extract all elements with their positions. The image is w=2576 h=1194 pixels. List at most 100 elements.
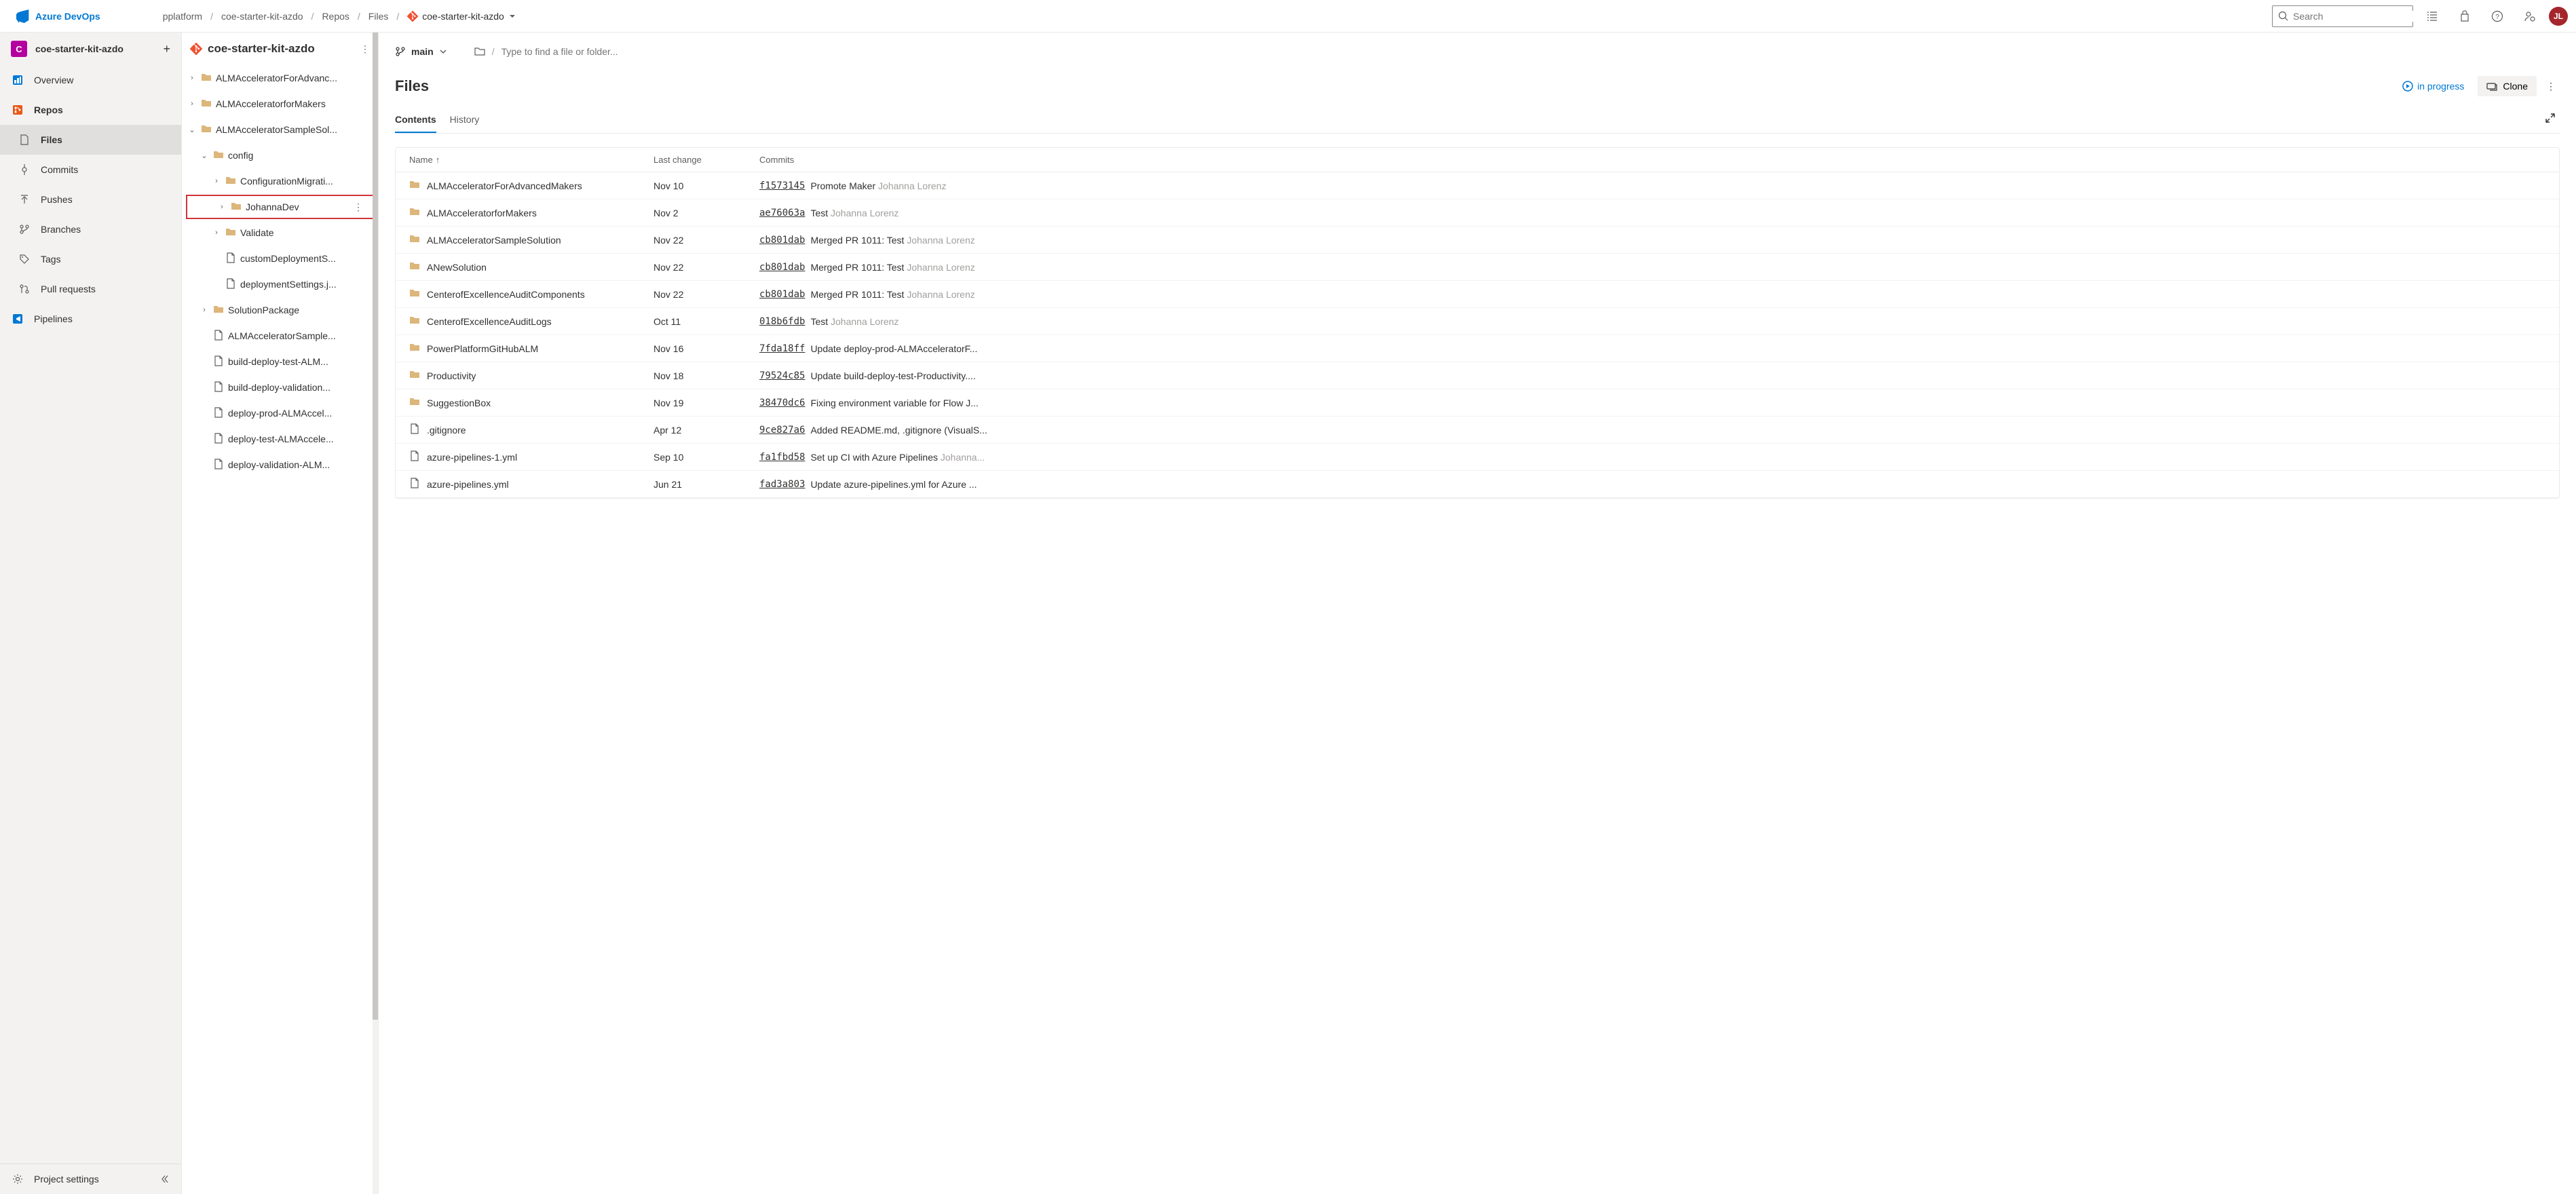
table-row[interactable]: ALMAcceleratorSampleSolutionNov 22cb801d… — [396, 227, 2559, 254]
table-row[interactable]: ALMAcceleratorforMakersNov 2ae76063a Tes… — [396, 199, 2559, 227]
more-actions-button[interactable]: ⋮ — [2542, 77, 2560, 96]
file-icon — [213, 330, 224, 343]
sidebar-item-pull-requests[interactable]: Pull requests — [0, 274, 181, 304]
col-commits[interactable]: Commits — [759, 155, 2545, 165]
collapse-icon[interactable] — [159, 1174, 170, 1185]
more-icon-button[interactable]: ⋮ — [360, 43, 370, 55]
commit-hash-link[interactable]: cb801dab — [759, 289, 805, 300]
marketplace-icon-button[interactable] — [2451, 3, 2478, 30]
tree-file[interactable]: deploy-prod-ALMAccel... — [182, 400, 378, 426]
table-body: ALMAcceleratorForAdvancedMakersNov 10f15… — [396, 172, 2559, 498]
tree-folder[interactable]: › ALMAcceleratorForAdvanc... — [182, 65, 378, 91]
file-icon — [409, 478, 420, 490]
tree-folder[interactable]: › SolutionPackage — [182, 297, 378, 323]
search-box[interactable] — [2272, 5, 2413, 27]
tree-file[interactable]: deploymentSettings.j... — [182, 271, 378, 297]
tree-header[interactable]: coe-starter-kit-azdo ⋮ — [182, 33, 378, 65]
tree-file[interactable]: deploy-test-ALMAccele... — [182, 426, 378, 452]
clone-button[interactable]: Clone — [2478, 76, 2537, 96]
tree-scrollbar[interactable] — [373, 33, 378, 1194]
table-row[interactable]: ProductivityNov 1879524c85 Update build-… — [396, 362, 2559, 389]
table-row[interactable]: SuggestionBoxNov 1938470dc6 Fixing envir… — [396, 389, 2559, 417]
sidebar-item-branches[interactable]: Branches — [0, 214, 181, 244]
boards-icon — [2426, 10, 2438, 22]
azure-devops-logo[interactable]: Azure DevOps — [8, 9, 109, 23]
col-name[interactable]: Name ↑ — [409, 155, 654, 165]
tab-contents[interactable]: Contents — [395, 109, 436, 133]
tree-file[interactable]: build-deploy-test-ALM... — [182, 349, 378, 374]
commit-hash-link[interactable]: 018b6fdb — [759, 316, 805, 327]
tree-folder[interactable]: › JohannaDev⋮ — [186, 195, 374, 219]
sidebar-item-tags[interactable]: Tags — [0, 244, 181, 274]
tree-folder[interactable]: › ALMAcceleratorforMakers — [182, 91, 378, 117]
file-icon — [213, 459, 224, 471]
fullscreen-button[interactable] — [2541, 109, 2560, 133]
tree-file[interactable]: ALMAcceleratorSample... — [182, 323, 378, 349]
sidebar-item-files[interactable]: Files — [0, 125, 181, 155]
tree-folder[interactable]: ⌄ ALMAcceleratorSampleSol... — [182, 117, 378, 142]
path-input[interactable] — [501, 46, 2560, 57]
user-settings-icon-button[interactable] — [2516, 3, 2543, 30]
tree-file[interactable]: customDeploymentS... — [182, 246, 378, 271]
sidebar-item-pipelines[interactable]: Pipelines — [0, 304, 181, 334]
inprogress-link[interactable]: in progress — [2402, 81, 2464, 92]
page-title: Files — [395, 77, 2402, 95]
table-row[interactable]: azure-pipelines.ymlJun 21fad3a803 Update… — [396, 471, 2559, 498]
file-name: .gitignore — [427, 425, 466, 436]
sidebar-item-overview[interactable]: Overview — [0, 65, 181, 95]
table-row[interactable]: .gitignoreApr 129ce827a6 Added README.md… — [396, 417, 2559, 444]
sidebar-item-project-settings[interactable]: Project settings — [0, 1164, 181, 1194]
tree-folder[interactable]: › ConfigurationMigrati... — [182, 168, 378, 194]
tree-folder[interactable]: › Validate — [182, 220, 378, 246]
commit-hash-link[interactable]: cb801dab — [759, 262, 805, 273]
add-button[interactable]: + — [163, 42, 170, 56]
commit-hash-link[interactable]: 9ce827a6 — [759, 425, 805, 436]
folder-icon — [213, 304, 224, 317]
help-icon-button[interactable]: ? — [2484, 3, 2511, 30]
last-change-date: Nov 22 — [654, 235, 759, 246]
chevron-icon: › — [200, 306, 209, 314]
col-last-change[interactable]: Last change — [654, 155, 759, 165]
branch-selector[interactable]: main — [395, 46, 447, 57]
more-icon-button[interactable]: ⋮ — [349, 201, 367, 213]
commit-hash-link[interactable]: ae76063a — [759, 208, 805, 218]
chevron-icon: › — [217, 203, 227, 211]
commit-hash-link[interactable]: fad3a803 — [759, 479, 805, 490]
sidebar-item-repos[interactable]: Repos — [0, 95, 181, 125]
commit-message: Merged PR 1011: Test Johanna Lorenz — [810, 289, 974, 300]
breadcrumb-repos[interactable]: Repos — [322, 11, 349, 22]
commit-hash-link[interactable]: f1573145 — [759, 180, 805, 191]
tree-folder[interactable]: ⌄ config — [182, 142, 378, 168]
tab-history[interactable]: History — [450, 109, 480, 133]
boards-icon-button[interactable] — [2419, 3, 2446, 30]
table-row[interactable]: ALMAcceleratorForAdvancedMakersNov 10f15… — [396, 172, 2559, 199]
tree-file[interactable]: deploy-validation-ALM... — [182, 452, 378, 478]
commit-hash-link[interactable]: 38470dc6 — [759, 398, 805, 408]
sort-asc-icon: ↑ — [436, 155, 440, 165]
inprogress-label: in progress — [2417, 81, 2464, 92]
search-input[interactable] — [2293, 11, 2416, 22]
table-row[interactable]: azure-pipelines-1.ymlSep 10fa1fbd58 Set … — [396, 444, 2559, 471]
file-name: ALMAcceleratorForAdvancedMakers — [427, 180, 582, 191]
breadcrumb-files[interactable]: Files — [368, 11, 389, 22]
content-pane: main / Files in progress Clone ⋮ Content… — [379, 33, 2576, 1194]
tree-item-label: deploy-prod-ALMAccel... — [228, 408, 332, 419]
commit-hash-link[interactable]: cb801dab — [759, 235, 805, 246]
tree-item-label: build-deploy-validation... — [228, 382, 330, 393]
sidebar-item-commits[interactable]: Commits — [0, 155, 181, 185]
table-row[interactable]: PowerPlatformGitHubALMNov 167fda18ff Upd… — [396, 335, 2559, 362]
breadcrumb-project[interactable]: coe-starter-kit-azdo — [221, 11, 303, 22]
table-row[interactable]: CenterofExcellenceAuditComponentsNov 22c… — [396, 281, 2559, 308]
sidebar-item-label: Branches — [41, 224, 81, 235]
commit-hash-link[interactable]: 79524c85 — [759, 370, 805, 381]
breadcrumb-repo-selector[interactable]: coe-starter-kit-azdo — [407, 11, 516, 22]
project-switcher[interactable]: C coe-starter-kit-azdo + — [0, 33, 181, 65]
commit-hash-link[interactable]: 7fda18ff — [759, 343, 805, 354]
avatar[interactable]: JL — [2549, 7, 2568, 26]
breadcrumb-org[interactable]: pplatform — [163, 11, 202, 22]
commit-hash-link[interactable]: fa1fbd58 — [759, 452, 805, 463]
table-row[interactable]: CenterofExcellenceAuditLogsOct 11018b6fd… — [396, 308, 2559, 335]
table-row[interactable]: ANewSolutionNov 22cb801dab Merged PR 101… — [396, 254, 2559, 281]
sidebar-item-pushes[interactable]: Pushes — [0, 185, 181, 214]
tree-file[interactable]: build-deploy-validation... — [182, 374, 378, 400]
